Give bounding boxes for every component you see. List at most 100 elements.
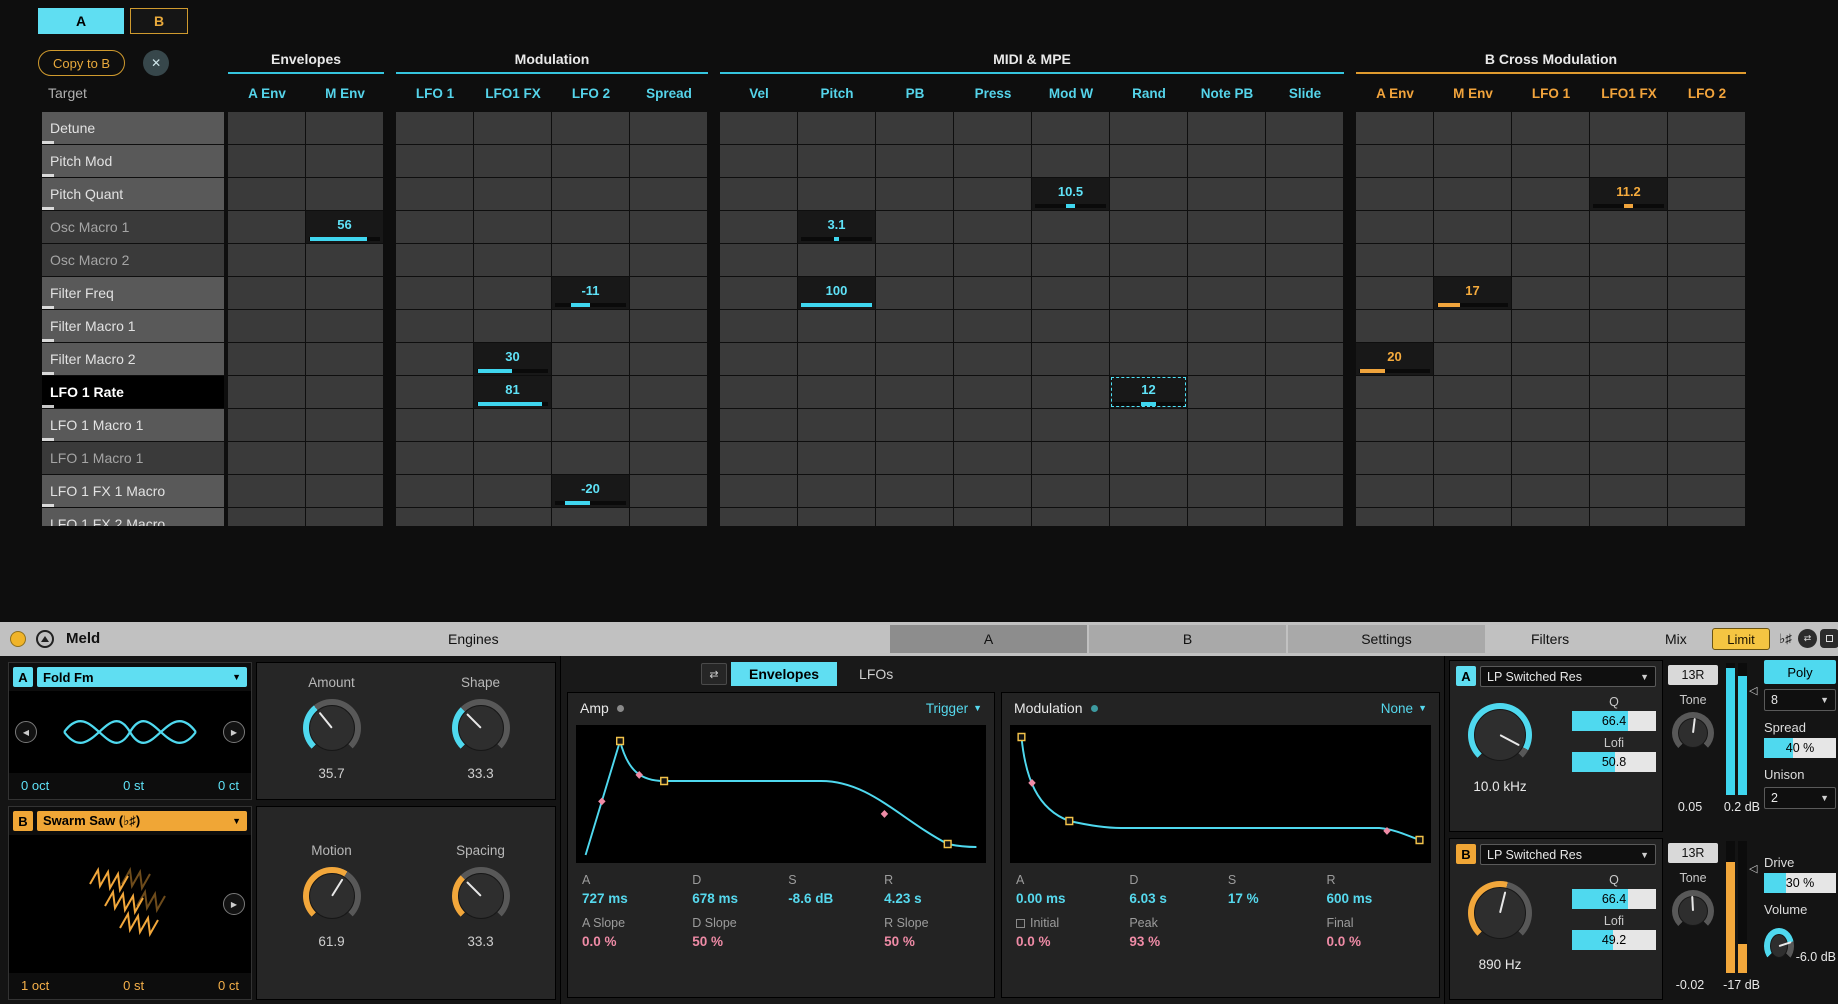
engine-b-oct[interactable]: 1 oct <box>21 978 49 993</box>
matrix-cell[interactable] <box>720 310 797 342</box>
matrix-cell[interactable] <box>1032 508 1109 526</box>
matrix-cell[interactable] <box>1032 145 1109 177</box>
matrix-cell[interactable] <box>396 178 473 210</box>
matrix-cell[interactable] <box>474 310 551 342</box>
matrix-cell[interactable] <box>1356 442 1433 474</box>
matrix-row-label[interactable]: Filter Freq <box>42 277 224 309</box>
matrix-cell[interactable] <box>1110 112 1187 144</box>
amp-envelope-graph[interactable] <box>576 725 986 863</box>
matrix-col-header[interactable]: Press <box>954 74 1032 112</box>
matrix-cell[interactable] <box>630 178 707 210</box>
shape-knob[interactable] <box>452 699 510 757</box>
matrix-cell[interactable] <box>720 145 797 177</box>
matrix-cell[interactable] <box>1266 178 1343 210</box>
matrix-cell[interactable] <box>1668 475 1745 507</box>
matrix-cell[interactable] <box>1266 508 1343 526</box>
matrix-cell[interactable] <box>1668 178 1745 210</box>
filter-b-slope-selector[interactable]: 13R <box>1668 843 1718 863</box>
engine-a-oct[interactable]: 0 oct <box>21 778 49 793</box>
matrix-cell[interactable] <box>228 244 305 276</box>
fold-device-button[interactable] <box>36 630 54 648</box>
volume-value[interactable]: -6.0 dB <box>1796 950 1836 964</box>
matrix-cell[interactable] <box>1110 244 1187 276</box>
matrix-cell[interactable] <box>720 409 797 441</box>
matrix-cell[interactable] <box>1032 277 1109 309</box>
spacing-knob[interactable] <box>452 867 510 925</box>
matrix-cell[interactable] <box>306 376 383 408</box>
meter-b-handle-icon[interactable]: ◁ <box>1749 862 1757 875</box>
matrix-cell[interactable] <box>1188 310 1265 342</box>
matrix-cell[interactable] <box>1668 442 1745 474</box>
matrix-cell[interactable] <box>1188 409 1265 441</box>
matrix-cell[interactable] <box>1032 343 1109 375</box>
matrix-cell[interactable] <box>306 343 383 375</box>
matrix-cell[interactable] <box>1266 211 1343 243</box>
matrix-cell[interactable] <box>720 442 797 474</box>
matrix-cell[interactable] <box>1110 277 1187 309</box>
matrix-cell[interactable] <box>876 211 953 243</box>
matrix-cell[interactable] <box>1356 244 1433 276</box>
matrix-tab-b[interactable]: B <box>130 8 188 34</box>
matrix-cell[interactable] <box>876 145 953 177</box>
matrix-cell[interactable] <box>1356 475 1433 507</box>
matrix-cell[interactable] <box>396 343 473 375</box>
matrix-cell[interactable] <box>954 145 1031 177</box>
matrix-cell[interactable] <box>1266 343 1343 375</box>
mod-final-value[interactable]: 0.0 % <box>1326 934 1425 949</box>
matrix-cell[interactable] <box>1266 409 1343 441</box>
matrix-cell[interactable] <box>1032 244 1109 276</box>
matrix-cell[interactable] <box>1032 211 1109 243</box>
mod-peak-value[interactable]: 93 % <box>1129 934 1228 949</box>
matrix-cell[interactable] <box>1356 277 1433 309</box>
matrix-cell[interactable] <box>396 211 473 243</box>
matrix-cell[interactable] <box>1356 409 1433 441</box>
matrix-col-header[interactable]: LFO1 FX <box>474 74 552 112</box>
matrix-cell[interactable] <box>1512 343 1589 375</box>
matrix-col-header[interactable]: Vel <box>720 74 798 112</box>
matrix-cell[interactable] <box>720 508 797 526</box>
mod-envelope-graph[interactable] <box>1010 725 1431 863</box>
matrix-cell[interactable] <box>954 442 1031 474</box>
matrix-cell[interactable] <box>630 343 707 375</box>
engine-a-prev-button[interactable]: ◀ <box>15 721 37 743</box>
matrix-cell[interactable] <box>630 211 707 243</box>
matrix-col-header[interactable]: Rand <box>1110 74 1188 112</box>
matrix-cell[interactable] <box>228 475 305 507</box>
matrix-cell[interactable] <box>396 145 473 177</box>
matrix-cell[interactable] <box>1434 475 1511 507</box>
engine-b-st[interactable]: 0 st <box>123 978 144 993</box>
matrix-cell[interactable] <box>630 112 707 144</box>
matrix-cell[interactable] <box>474 475 551 507</box>
tab-a[interactable]: A <box>890 625 1087 653</box>
matrix-row-label[interactable]: Osc Macro 2 <box>42 244 224 276</box>
amp-release-value[interactable]: 4.23 s <box>884 891 980 906</box>
device-on-toggle[interactable] <box>10 631 26 647</box>
matrix-col-header[interactable]: Note PB <box>1188 74 1266 112</box>
matrix-cell[interactable] <box>1434 145 1511 177</box>
matrix-cell[interactable] <box>954 244 1031 276</box>
matrix-cell[interactable] <box>630 310 707 342</box>
matrix-cell[interactable] <box>306 442 383 474</box>
matrix-cell[interactable] <box>1356 145 1433 177</box>
engine-a-selector[interactable]: Fold Fm ▼ <box>37 667 247 687</box>
matrix-cell[interactable]: 11.2 <box>1590 178 1667 210</box>
meter-a-handle-icon[interactable]: ◁ <box>1749 684 1757 697</box>
matrix-cell[interactable] <box>1512 310 1589 342</box>
matrix-cell[interactable]: 17 <box>1434 277 1511 309</box>
matrix-cell[interactable] <box>1590 310 1667 342</box>
matrix-cell[interactable] <box>1032 376 1109 408</box>
matrix-cell[interactable] <box>1668 277 1745 309</box>
limit-toggle[interactable]: Limit <box>1712 628 1770 650</box>
matrix-cell[interactable] <box>228 343 305 375</box>
matrix-cell[interactable] <box>630 277 707 309</box>
matrix-cell[interactable] <box>306 244 383 276</box>
matrix-cell[interactable] <box>1590 112 1667 144</box>
matrix-col-header[interactable]: M Env <box>306 74 384 112</box>
matrix-cell[interactable] <box>474 112 551 144</box>
matrix-cell[interactable] <box>552 409 629 441</box>
matrix-cell[interactable] <box>876 244 953 276</box>
matrix-cell[interactable] <box>1668 508 1745 526</box>
matrix-cell[interactable] <box>1434 112 1511 144</box>
matrix-cell[interactable] <box>1266 376 1343 408</box>
matrix-cell[interactable] <box>552 112 629 144</box>
